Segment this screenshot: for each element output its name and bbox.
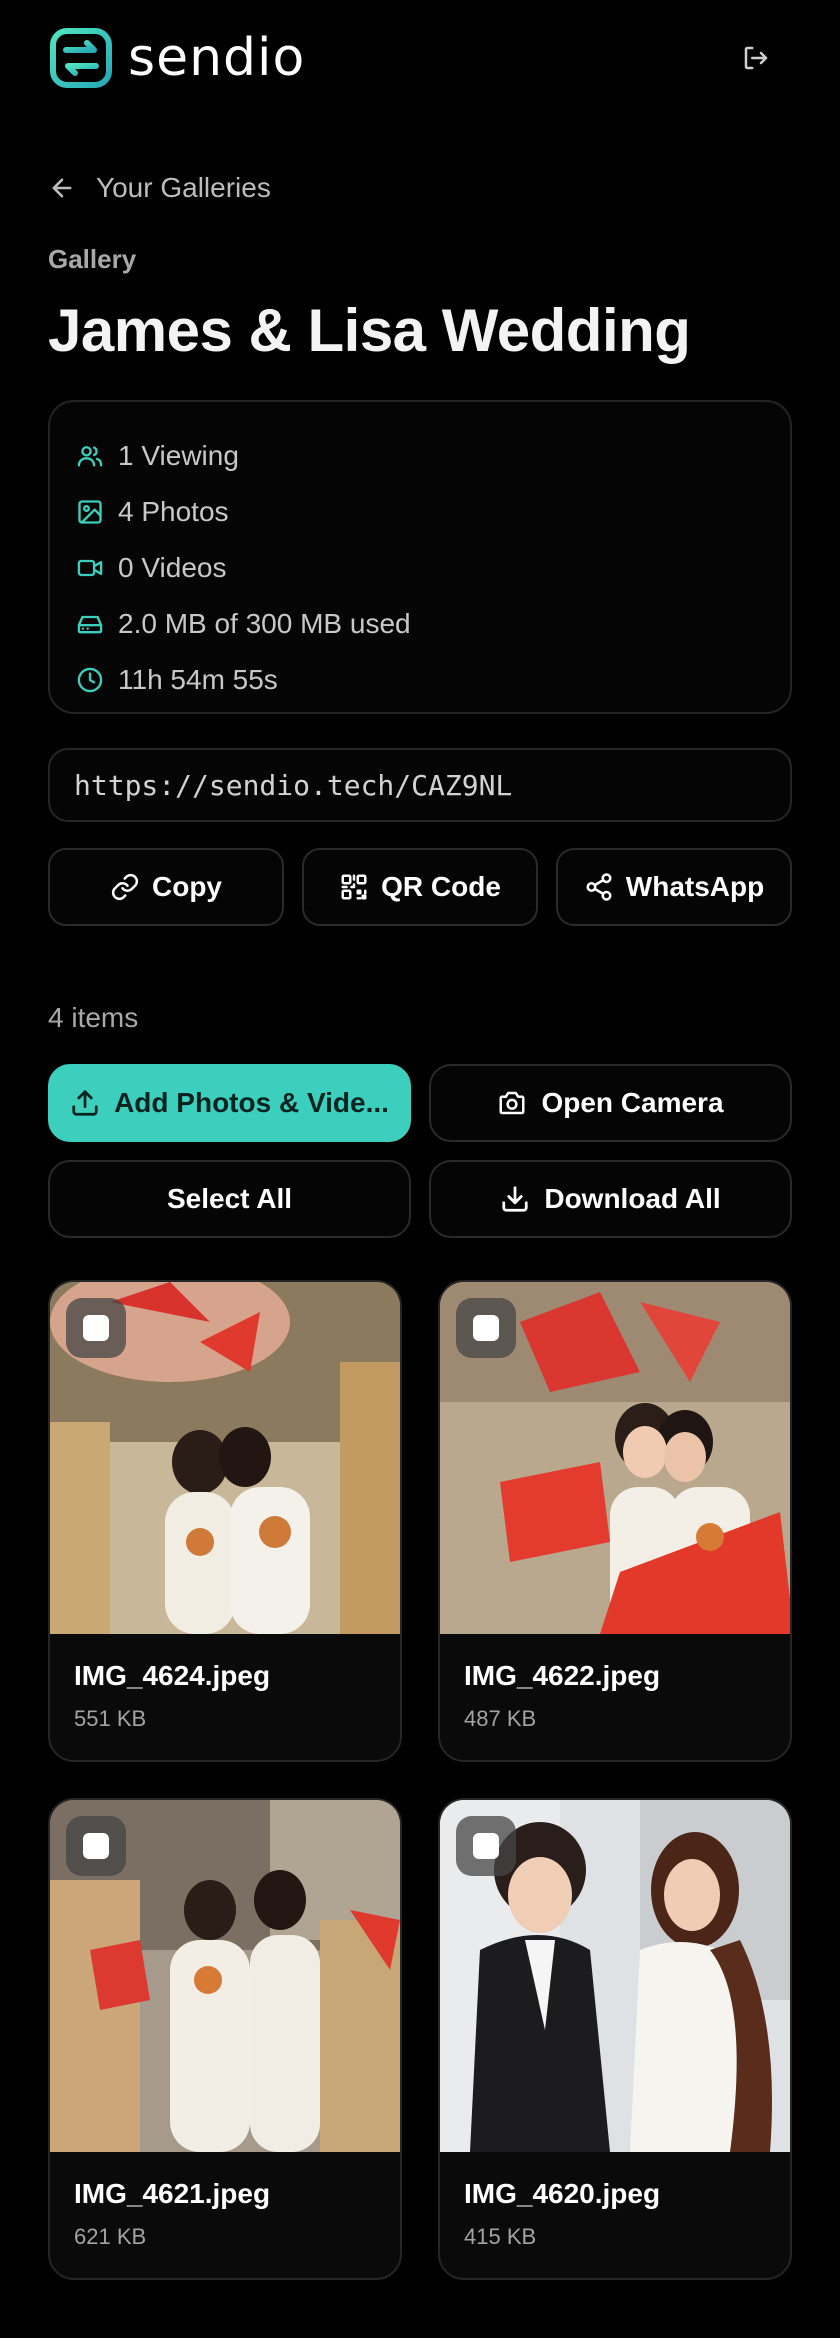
stat-time-remaining: 11h 54m 55s	[76, 652, 790, 708]
stat-videos-text: 0 Videos	[118, 552, 227, 583]
photo-filesize: 551 KB	[74, 1706, 147, 1731]
photo-card[interactable]: IMG_4622.jpeg 487 KB	[438, 1280, 792, 1762]
video-icon	[77, 559, 103, 577]
photo-filesize: 621 KB	[74, 2224, 147, 2249]
upload-icon	[72, 1090, 98, 1116]
photo-filesize: 415 KB	[464, 2224, 537, 2249]
photo-filesize: 487 KB	[464, 1706, 537, 1731]
stat-photos-text: 4 Photos	[118, 496, 229, 527]
photo-card[interactable]: IMG_4620.jpeg 415 KB	[438, 1798, 792, 2280]
storage-icon	[77, 615, 103, 634]
logout-icon	[744, 46, 768, 70]
app-header: sendio	[0, 0, 840, 120]
stat-storage-text: 2.0 MB of 300 MB used	[118, 608, 411, 639]
page-eyebrow: Gallery	[48, 244, 137, 274]
image-icon	[78, 500, 102, 524]
stat-viewing-text: 1 Viewing	[118, 440, 239, 471]
share-url-text: https://sendio.tech/CAZ9NL	[74, 768, 513, 802]
stat-videos: 0 Videos	[76, 540, 790, 596]
download-all-label: Download All	[544, 1183, 721, 1214]
arrow-left-icon	[52, 178, 72, 198]
whatsapp-label: WhatsApp	[625, 871, 765, 902]
gallery-stats-card: 1 Viewing 4 Photos 0 Videos 2.0 MB of 30…	[48, 400, 792, 714]
open-camera-button[interactable]: Open Camera	[429, 1064, 792, 1142]
users-icon	[77, 446, 103, 467]
photo-thumbnail[interactable]	[440, 1800, 790, 2152]
photo-filename: IMG_4624.jpeg	[74, 1660, 271, 1691]
back-label: Your Galleries	[96, 172, 271, 203]
select-all-button[interactable]: Select All	[48, 1160, 411, 1238]
download-icon	[502, 1186, 528, 1212]
sendio-logo[interactable]: sendio	[50, 28, 305, 88]
stat-viewing: 1 Viewing	[76, 428, 790, 484]
whatsapp-share-button[interactable]: WhatsApp	[556, 848, 792, 926]
copy-link-button[interactable]: Copy	[48, 848, 284, 926]
select-all-label: Select All	[166, 1183, 292, 1214]
sendio-logo-icon	[50, 28, 112, 88]
photo-thumbnail[interactable]	[440, 1282, 790, 1634]
open-camera-label: Open Camera	[541, 1087, 724, 1118]
link-icon	[111, 873, 139, 901]
qr-code-icon	[341, 874, 367, 900]
qr-code-button[interactable]: QR Code	[302, 848, 538, 926]
photo-select-checkbox[interactable]	[456, 1298, 516, 1358]
app-name: sendio	[128, 28, 306, 88]
stat-storage: 2.0 MB of 300 MB used	[76, 596, 790, 652]
share-icon	[586, 873, 612, 901]
qr-code-label: QR Code	[381, 871, 501, 902]
photo-card[interactable]: IMG_4621.jpeg 621 KB	[48, 1798, 402, 2280]
stat-photos: 4 Photos	[76, 484, 790, 540]
photo-grid: IMG_4624.jpeg 551 KB IMG_4622.jpeg 487 K…	[48, 1280, 792, 2280]
clock-icon	[77, 667, 103, 693]
add-photos-label: Add Photos & Vide...	[114, 1087, 389, 1118]
photo-card[interactable]: IMG_4624.jpeg 551 KB	[48, 1280, 402, 1762]
photo-filename: IMG_4620.jpeg	[464, 2178, 661, 2209]
photo-filename: IMG_4622.jpeg	[464, 1660, 661, 1691]
back-to-galleries-link[interactable]: Your Galleries	[48, 168, 271, 208]
photo-select-checkbox[interactable]	[66, 1816, 126, 1876]
camera-icon	[499, 1091, 525, 1115]
stat-time-text: 11h 54m 55s	[118, 664, 278, 695]
logout-button[interactable]	[738, 40, 774, 76]
photo-select-checkbox[interactable]	[66, 1298, 126, 1358]
copy-label: Copy	[152, 871, 222, 902]
page-title: James & Lisa Wedding	[48, 297, 691, 364]
add-photos-videos-button[interactable]: Add Photos & Vide...	[48, 1064, 411, 1142]
download-all-button[interactable]: Download All	[429, 1160, 792, 1238]
share-actions: Copy QR Code WhatsApp	[48, 848, 792, 926]
photo-thumbnail[interactable]	[50, 1282, 400, 1634]
items-count: 4 items	[48, 1002, 139, 1033]
photo-filename: IMG_4621.jpeg	[74, 2178, 271, 2209]
share-url-field[interactable]: https://sendio.tech/CAZ9NL	[48, 748, 792, 822]
photo-thumbnail[interactable]	[50, 1800, 400, 2152]
gallery-actions: Add Photos & Vide... Open Camera Select …	[48, 1064, 792, 1238]
photo-select-checkbox[interactable]	[456, 1816, 516, 1876]
